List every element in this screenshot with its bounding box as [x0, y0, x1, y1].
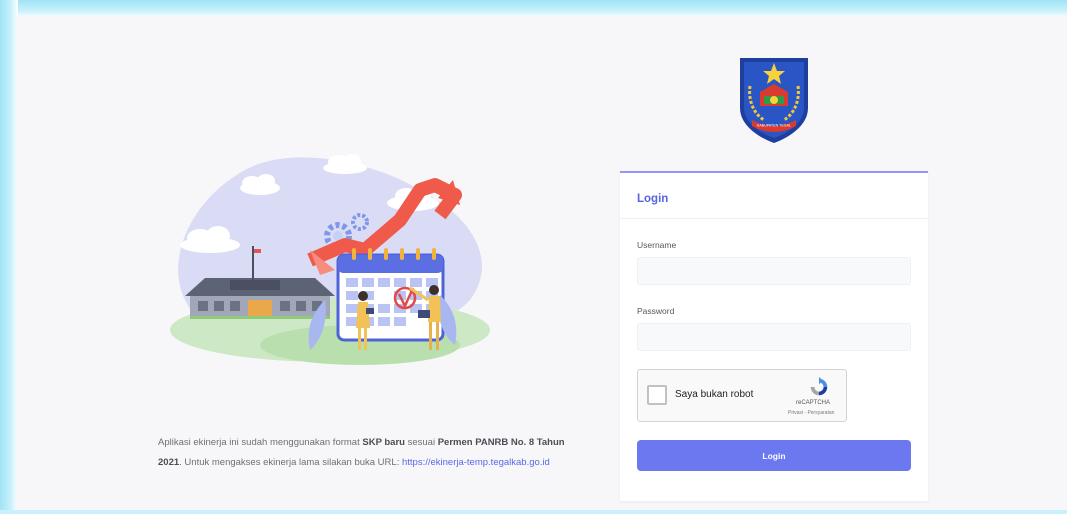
info-part3: . Untuk mengakses ekinerja lama silakan … [179, 457, 402, 468]
emblem-logo: KABUPATEN TEGAL [740, 58, 808, 143]
info-part1: Aplikasi ekinerja ini sudah menggunakan … [158, 437, 363, 448]
username-input[interactable] [637, 257, 911, 285]
info-bold-skp: SKP baru [362, 437, 405, 448]
card-divider [620, 218, 928, 219]
recaptcha-brand: reCAPTCHA [796, 400, 831, 406]
legacy-url-link[interactable]: https://ekinerja-temp.tegalkab.go.id [402, 457, 550, 468]
screen-frame: Aplikasi ekinerja ini sudah menggunakan … [0, 0, 1067, 514]
login-card: Login Username Password Saya bukan robot… [620, 171, 928, 501]
recaptcha-checkbox[interactable] [647, 385, 667, 405]
login-title: Login [637, 193, 669, 205]
username-label: Username [637, 240, 677, 250]
hero-illustration [170, 154, 490, 365]
password-label: Password [637, 306, 675, 316]
info-part2: sesuai [404, 437, 438, 448]
frame-glow-bottom [0, 510, 1067, 514]
recaptcha-icon [810, 376, 828, 396]
info-text: Aplikasi ekinerja ini sudah menggunakan … [158, 433, 583, 473]
recaptcha-links[interactable]: Privasi - Persyaratan [788, 410, 834, 416]
recaptcha-widget: Saya bukan robot reCAPTCHA Privasi - Per… [637, 369, 847, 422]
password-input[interactable] [637, 323, 911, 351]
recaptcha-label: Saya bukan robot [675, 389, 754, 400]
login-button[interactable]: Login [637, 440, 911, 471]
emblem-banner-text: KABUPATEN TEGAL [757, 124, 791, 128]
